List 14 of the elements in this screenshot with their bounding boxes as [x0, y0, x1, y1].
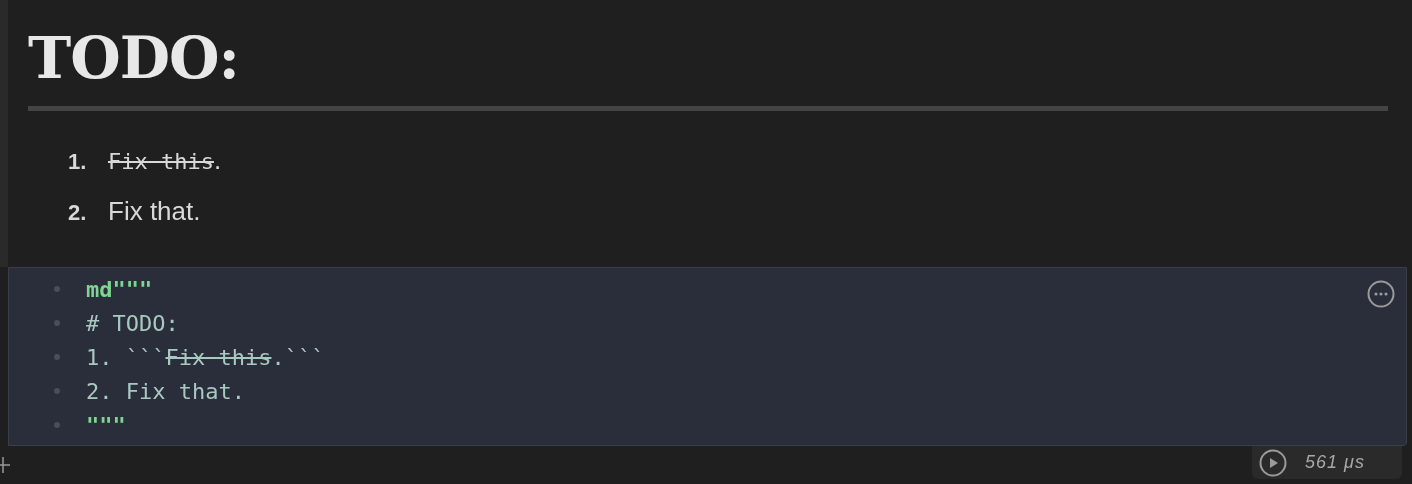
heading: TODO: [28, 23, 240, 94]
code-line: md""" [86, 275, 153, 304]
run-icon[interactable] [1259, 448, 1287, 477]
code-line: 2. Fix that. [86, 377, 245, 406]
list-number: 2. [68, 199, 88, 227]
add-cell-icon[interactable] [0, 456, 10, 474]
code-line: 1. ```Fix this.``` [86, 343, 325, 372]
list-item-text: Fix that. [108, 195, 201, 228]
code-line: # TODO: [86, 309, 179, 338]
list-number: 1. [68, 148, 88, 176]
list-item-text: Fix this. [108, 144, 222, 177]
code-line: """ [86, 411, 126, 440]
run-time: 561 μs [1305, 451, 1365, 474]
more-options-icon[interactable] [1367, 280, 1395, 308]
